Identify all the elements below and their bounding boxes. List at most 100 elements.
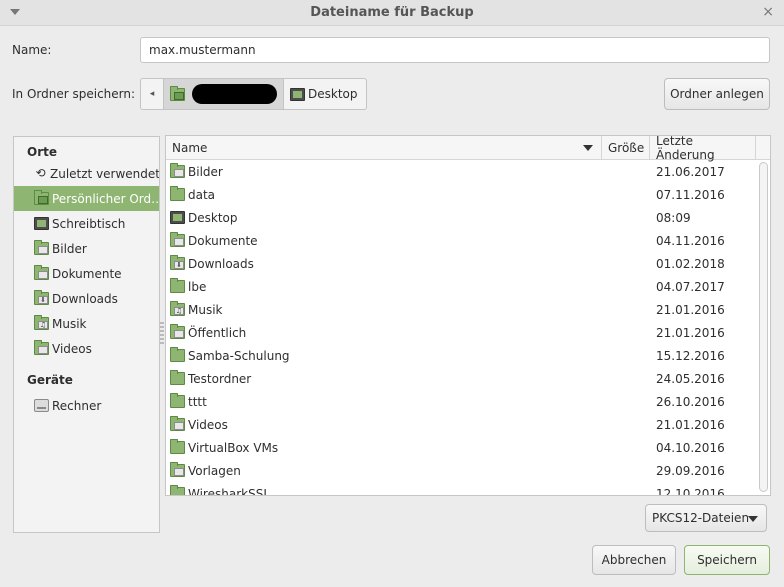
file-rows: Bilder 21.06.2017 data 07.11.2016 Desktop 08:… <box>166 160 754 496</box>
documents-folder-icon <box>34 265 49 280</box>
file-modified-cell: 01.02.2018 <box>656 252 725 275</box>
file-list-header: Name Größe Letzte Änderung <box>166 136 770 162</box>
file-name-cell: lbe <box>170 275 206 298</box>
sidebar-item-pictures[interactable]: Bilder <box>14 236 159 261</box>
documents-folder-icon <box>170 324 185 339</box>
file-type-filter[interactable]: PKCS12-Dateien <box>645 504 767 532</box>
desktop-icon <box>34 217 49 230</box>
file-name-cell: Videos <box>170 413 228 436</box>
file-modified-cell: 04.07.2017 <box>656 275 725 298</box>
file-modified-cell: 15.12.2016 <box>656 344 725 367</box>
file-list: Name Größe Letzte Änderung Bilder 21.06.2… <box>165 135 771 496</box>
file-name: Testordner <box>188 371 252 386</box>
folder-icon <box>170 278 185 293</box>
file-modified: 08:09 <box>656 210 691 225</box>
documents-folder-icon <box>170 232 185 247</box>
column-header-size[interactable]: Größe <box>602 136 650 160</box>
file-modified-cell: 12.10.2016 <box>656 482 725 496</box>
sidebar-item-label: Downloads <box>52 291 118 306</box>
sidebar-item-music[interactable]: Musik <box>14 311 159 336</box>
column-header-modified[interactable]: Letzte Änderung <box>650 136 756 162</box>
file-name-cell: Musik <box>170 298 223 321</box>
chevron-left-icon: ◂ <box>149 89 155 99</box>
table-row[interactable]: lbe 04.07.2017 <box>166 275 754 298</box>
file-modified: 15.12.2016 <box>656 348 725 363</box>
create-folder-button[interactable]: Ordner anlegen <box>664 78 770 110</box>
path-segment-label: Desktop <box>308 87 358 101</box>
table-row[interactable]: Samba-Schulung 15.12.2016 <box>166 344 754 367</box>
pane-resize-handle[interactable] <box>160 322 164 344</box>
music-folder-icon <box>170 301 185 316</box>
column-header-label: Größe <box>608 141 645 155</box>
sidebar-item-documents[interactable]: Dokumente <box>14 261 159 286</box>
file-name-cell: WiresharkSSL <box>170 482 270 495</box>
path-back-button[interactable]: ◂ <box>140 78 164 110</box>
file-name-cell: VirtualBox VMs <box>170 436 278 459</box>
desktop-icon <box>290 87 305 101</box>
sidebar-item-videos[interactable]: Videos <box>14 336 159 361</box>
file-name-cell: Testordner <box>170 367 251 390</box>
folder-icon <box>170 347 185 362</box>
path-segment-desktop[interactable]: Desktop <box>284 78 367 110</box>
file-name: Videos <box>188 417 228 432</box>
desktop-icon <box>170 211 185 224</box>
music-folder-icon <box>34 315 49 330</box>
file-modified-cell: 24.05.2016 <box>656 367 725 390</box>
home-folder-icon <box>170 85 185 101</box>
table-row[interactable]: Vorlagen 29.09.2016 <box>166 459 754 482</box>
sidebar-item-label: Zuletzt verwendet <box>50 166 160 181</box>
close-icon[interactable]: × <box>762 4 774 20</box>
file-modified: 04.07.2017 <box>656 279 725 294</box>
table-row[interactable]: Öffentlich 21.01.2016 <box>166 321 754 344</box>
file-modified: 21.06.2017 <box>656 164 725 179</box>
file-name-cell: Desktop <box>170 206 238 229</box>
pictures-folder-icon <box>34 240 49 255</box>
table-row[interactable]: tttt 26.10.2016 <box>166 390 754 413</box>
devices-header: Geräte <box>27 373 73 387</box>
table-row[interactable]: data 07.11.2016 <box>166 183 754 206</box>
file-modified: 04.11.2016 <box>656 233 725 248</box>
file-modified: 21.01.2016 <box>656 417 725 432</box>
folder-icon <box>170 393 185 408</box>
file-modified-cell: 08:09 <box>656 206 691 229</box>
vertical-scrollbar[interactable] <box>759 162 768 492</box>
home-folder-icon <box>34 190 49 205</box>
filename-input[interactable] <box>140 37 770 63</box>
file-modified-cell: 07.11.2016 <box>656 183 725 206</box>
table-row[interactable]: Musik 21.01.2016 <box>166 298 754 321</box>
file-modified: 26.10.2016 <box>656 394 725 409</box>
filter-selected-label: PKCS12-Dateien <box>652 511 750 525</box>
sidebar-item-computer[interactable]: Rechner <box>14 393 159 418</box>
file-modified-cell: 21.01.2016 <box>656 413 725 436</box>
sidebar-item-desktop[interactable]: Schreibtisch <box>14 211 159 236</box>
table-row[interactable]: Desktop 08:09 <box>166 206 754 229</box>
pictures-folder-icon <box>170 163 185 178</box>
recent-icon: ⟲ <box>35 166 46 180</box>
column-header-name[interactable]: Name <box>166 136 602 160</box>
column-header-label: Name <box>172 141 208 155</box>
table-row[interactable]: Videos 21.01.2016 <box>166 413 754 436</box>
file-name: Öffentlich <box>188 325 247 340</box>
sidebar-item-downloads[interactable]: Downloads <box>14 286 159 311</box>
file-modified: 04.10.2016 <box>656 440 725 455</box>
file-name: Vorlagen <box>188 463 241 478</box>
file-name: Samba-Schulung <box>188 348 290 363</box>
table-row[interactable]: Bilder 21.06.2017 <box>166 160 754 183</box>
table-row[interactable]: Dokumente 04.11.2016 <box>166 229 754 252</box>
table-row[interactable]: Downloads 01.02.2018 <box>166 252 754 275</box>
redacted-username <box>192 84 277 104</box>
sidebar-item-home[interactable]: Persönlicher Ord… <box>14 186 159 211</box>
cancel-button[interactable]: Abbrechen <box>592 545 676 575</box>
table-row[interactable]: VirtualBox VMs 04.10.2016 <box>166 436 754 459</box>
table-row[interactable]: WiresharkSSL 12.10.2016 <box>166 482 754 496</box>
file-modified-cell: 04.11.2016 <box>656 229 725 252</box>
file-name-cell: data <box>170 183 215 206</box>
sidebar-item-recent[interactable]: ⟲ Zuletzt verwendet <box>14 161 159 186</box>
drive-icon <box>34 399 49 412</box>
table-row[interactable]: Testordner 24.05.2016 <box>166 367 754 390</box>
path-segment-home[interactable] <box>164 78 284 110</box>
save-button[interactable]: Speichern <box>684 545 770 575</box>
file-modified: 21.01.2016 <box>656 302 725 317</box>
videos-folder-icon <box>34 340 49 355</box>
sidebar-item-label: Rechner <box>52 398 102 413</box>
